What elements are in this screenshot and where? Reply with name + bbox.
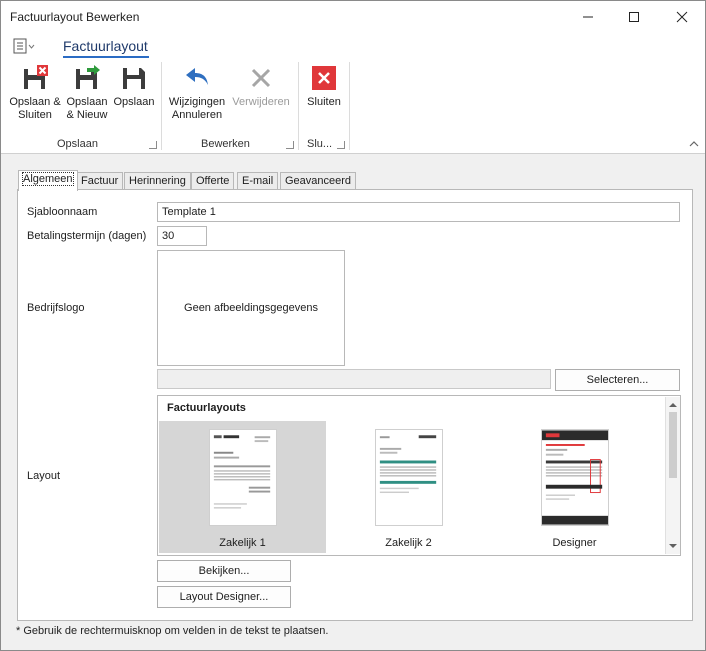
logo-path-field bbox=[157, 369, 551, 389]
undo-changes-button[interactable]: Wijzigingen Annuleren bbox=[167, 64, 227, 122]
footer-hint: * Gebruik de rechtermuisknop om velden i… bbox=[16, 625, 329, 637]
gallery-header: Factuurlayouts bbox=[167, 402, 246, 414]
tab-factuur[interactable]: Factuur bbox=[76, 172, 124, 190]
logo-placeholder-text: Geen afbeeldingsgegevens bbox=[184, 302, 318, 314]
tab-label: Geavanceerd bbox=[285, 175, 352, 187]
layout-item-label: Zakelijk 2 bbox=[385, 537, 432, 549]
tab-label: Offerte bbox=[196, 175, 230, 187]
save-new-label-1: Opslaan bbox=[66, 96, 108, 108]
close-red-icon bbox=[312, 66, 336, 90]
tab-geavanceerd[interactable]: Geavanceerd bbox=[280, 172, 357, 190]
tab-email[interactable]: E-mail bbox=[237, 172, 279, 190]
save-new-button[interactable]: Opslaan & Nieuw bbox=[63, 64, 111, 122]
window-title: Factuurlayout Bewerken bbox=[10, 10, 140, 24]
tab-label: E-mail bbox=[242, 175, 274, 187]
save-close-label-2: Sluiten bbox=[18, 109, 52, 121]
close-window-button[interactable] bbox=[659, 1, 705, 32]
group-label-close: Slu... bbox=[307, 138, 333, 150]
save-close-button[interactable]: Opslaan & Sluiten bbox=[7, 64, 63, 122]
title-bar: Factuurlayout Bewerken bbox=[1, 1, 705, 32]
save-new-label-2: & Nieuw bbox=[66, 109, 108, 121]
undo-changes-label-1: Wijzigingen bbox=[168, 96, 226, 108]
save-close-label-1: Opslaan & bbox=[9, 96, 61, 108]
template-name-input[interactable]: Template 1 bbox=[157, 202, 680, 222]
ribbon: Opslaan & Sluiten Opslaan & Nieuw Opslaa… bbox=[1, 60, 705, 154]
app-menu-icon[interactable] bbox=[13, 38, 35, 54]
select-logo-button[interactable]: Selecteren... bbox=[555, 369, 680, 391]
company-logo-box[interactable]: Geen afbeeldingsgegevens bbox=[157, 250, 345, 366]
delete-label: Verwijderen bbox=[232, 96, 290, 108]
layout-item-label: Designer bbox=[552, 537, 597, 549]
group-separator bbox=[349, 62, 350, 150]
save-new-icon bbox=[76, 65, 100, 89]
tab-herinnering[interactable]: Herinnering bbox=[124, 172, 191, 190]
undo-icon bbox=[186, 68, 208, 85]
content-area: Algemeen Factuur Herinnering Offerte E-m… bbox=[1, 154, 705, 650]
tab-label: Herinnering bbox=[129, 175, 186, 187]
close-icon bbox=[676, 11, 688, 22]
layout-item-designer[interactable]: Designer bbox=[491, 421, 658, 553]
save-label: Opslaan bbox=[113, 96, 155, 108]
invoice-thumbnail-icon bbox=[541, 429, 609, 526]
scroll-thumb[interactable] bbox=[669, 412, 677, 478]
ribbon-header: Factuurlayout bbox=[1, 32, 705, 60]
save-button[interactable]: Opslaan bbox=[111, 64, 157, 109]
close-ribbon-button[interactable]: Sluiten bbox=[303, 64, 345, 109]
save-close-icon bbox=[24, 65, 48, 89]
layout-designer-button[interactable]: Layout Designer... bbox=[157, 586, 291, 608]
minimize-button[interactable] bbox=[565, 1, 611, 32]
ribbon-tab-underline bbox=[63, 56, 149, 58]
invoice-thumbnail-icon bbox=[209, 429, 277, 526]
invoice-layout-window: Factuurlayout Bewerken Factuurlayout Ops… bbox=[0, 0, 706, 651]
layout-item-zakelijk-1[interactable]: Zakelijk 1 bbox=[159, 421, 326, 553]
payment-term-input[interactable]: 30 bbox=[157, 226, 207, 246]
group-label-edit: Bewerken bbox=[201, 138, 250, 150]
save-icon bbox=[123, 68, 145, 89]
collapse-ribbon-icon[interactable] bbox=[689, 139, 699, 149]
group-label-save: Opslaan bbox=[57, 138, 98, 150]
group-edit-launcher[interactable] bbox=[286, 141, 294, 149]
delete-icon bbox=[251, 68, 271, 88]
scroll-up-icon[interactable] bbox=[666, 399, 680, 411]
layout-gallery: Factuurlayouts Zakelijk 1 Zakelijk 2 Des… bbox=[157, 395, 681, 556]
group-separator bbox=[298, 62, 299, 150]
tab-algemeen[interactable]: Algemeen bbox=[18, 170, 78, 191]
close-label: Sluiten bbox=[307, 96, 341, 108]
layout-item-zakelijk-2[interactable]: Zakelijk 2 bbox=[325, 421, 492, 553]
invoice-thumbnail-icon bbox=[375, 429, 443, 526]
layout-item-label: Zakelijk 1 bbox=[219, 537, 266, 549]
general-tab-panel: Sjabloonnaam Template 1 Betalingstermijn… bbox=[17, 189, 693, 621]
template-name-label: Sjabloonnaam bbox=[27, 206, 98, 218]
tab-offerte[interactable]: Offerte bbox=[191, 172, 235, 190]
group-save-launcher[interactable] bbox=[149, 141, 157, 149]
minimize-icon bbox=[583, 16, 593, 17]
scroll-down-icon[interactable] bbox=[666, 540, 680, 552]
delete-button[interactable]: Verwijderen bbox=[229, 64, 293, 109]
company-logo-label: Bedrijfslogo bbox=[27, 302, 85, 314]
group-separator bbox=[161, 62, 162, 150]
tab-label: Factuur bbox=[81, 175, 119, 187]
maximize-icon bbox=[629, 11, 639, 22]
gallery-scrollbar[interactable] bbox=[665, 397, 680, 554]
payment-term-label: Betalingstermijn (dagen) bbox=[27, 230, 147, 242]
view-layout-button[interactable]: Bekijken... bbox=[157, 560, 291, 582]
maximize-button[interactable] bbox=[611, 1, 657, 32]
tab-label: Algemeen bbox=[22, 172, 74, 186]
undo-changes-label-2: Annuleren bbox=[171, 109, 223, 121]
layout-label: Layout bbox=[27, 470, 61, 482]
group-close-launcher[interactable] bbox=[337, 141, 345, 149]
ribbon-tab-factuurlayout[interactable]: Factuurlayout bbox=[63, 38, 148, 54]
